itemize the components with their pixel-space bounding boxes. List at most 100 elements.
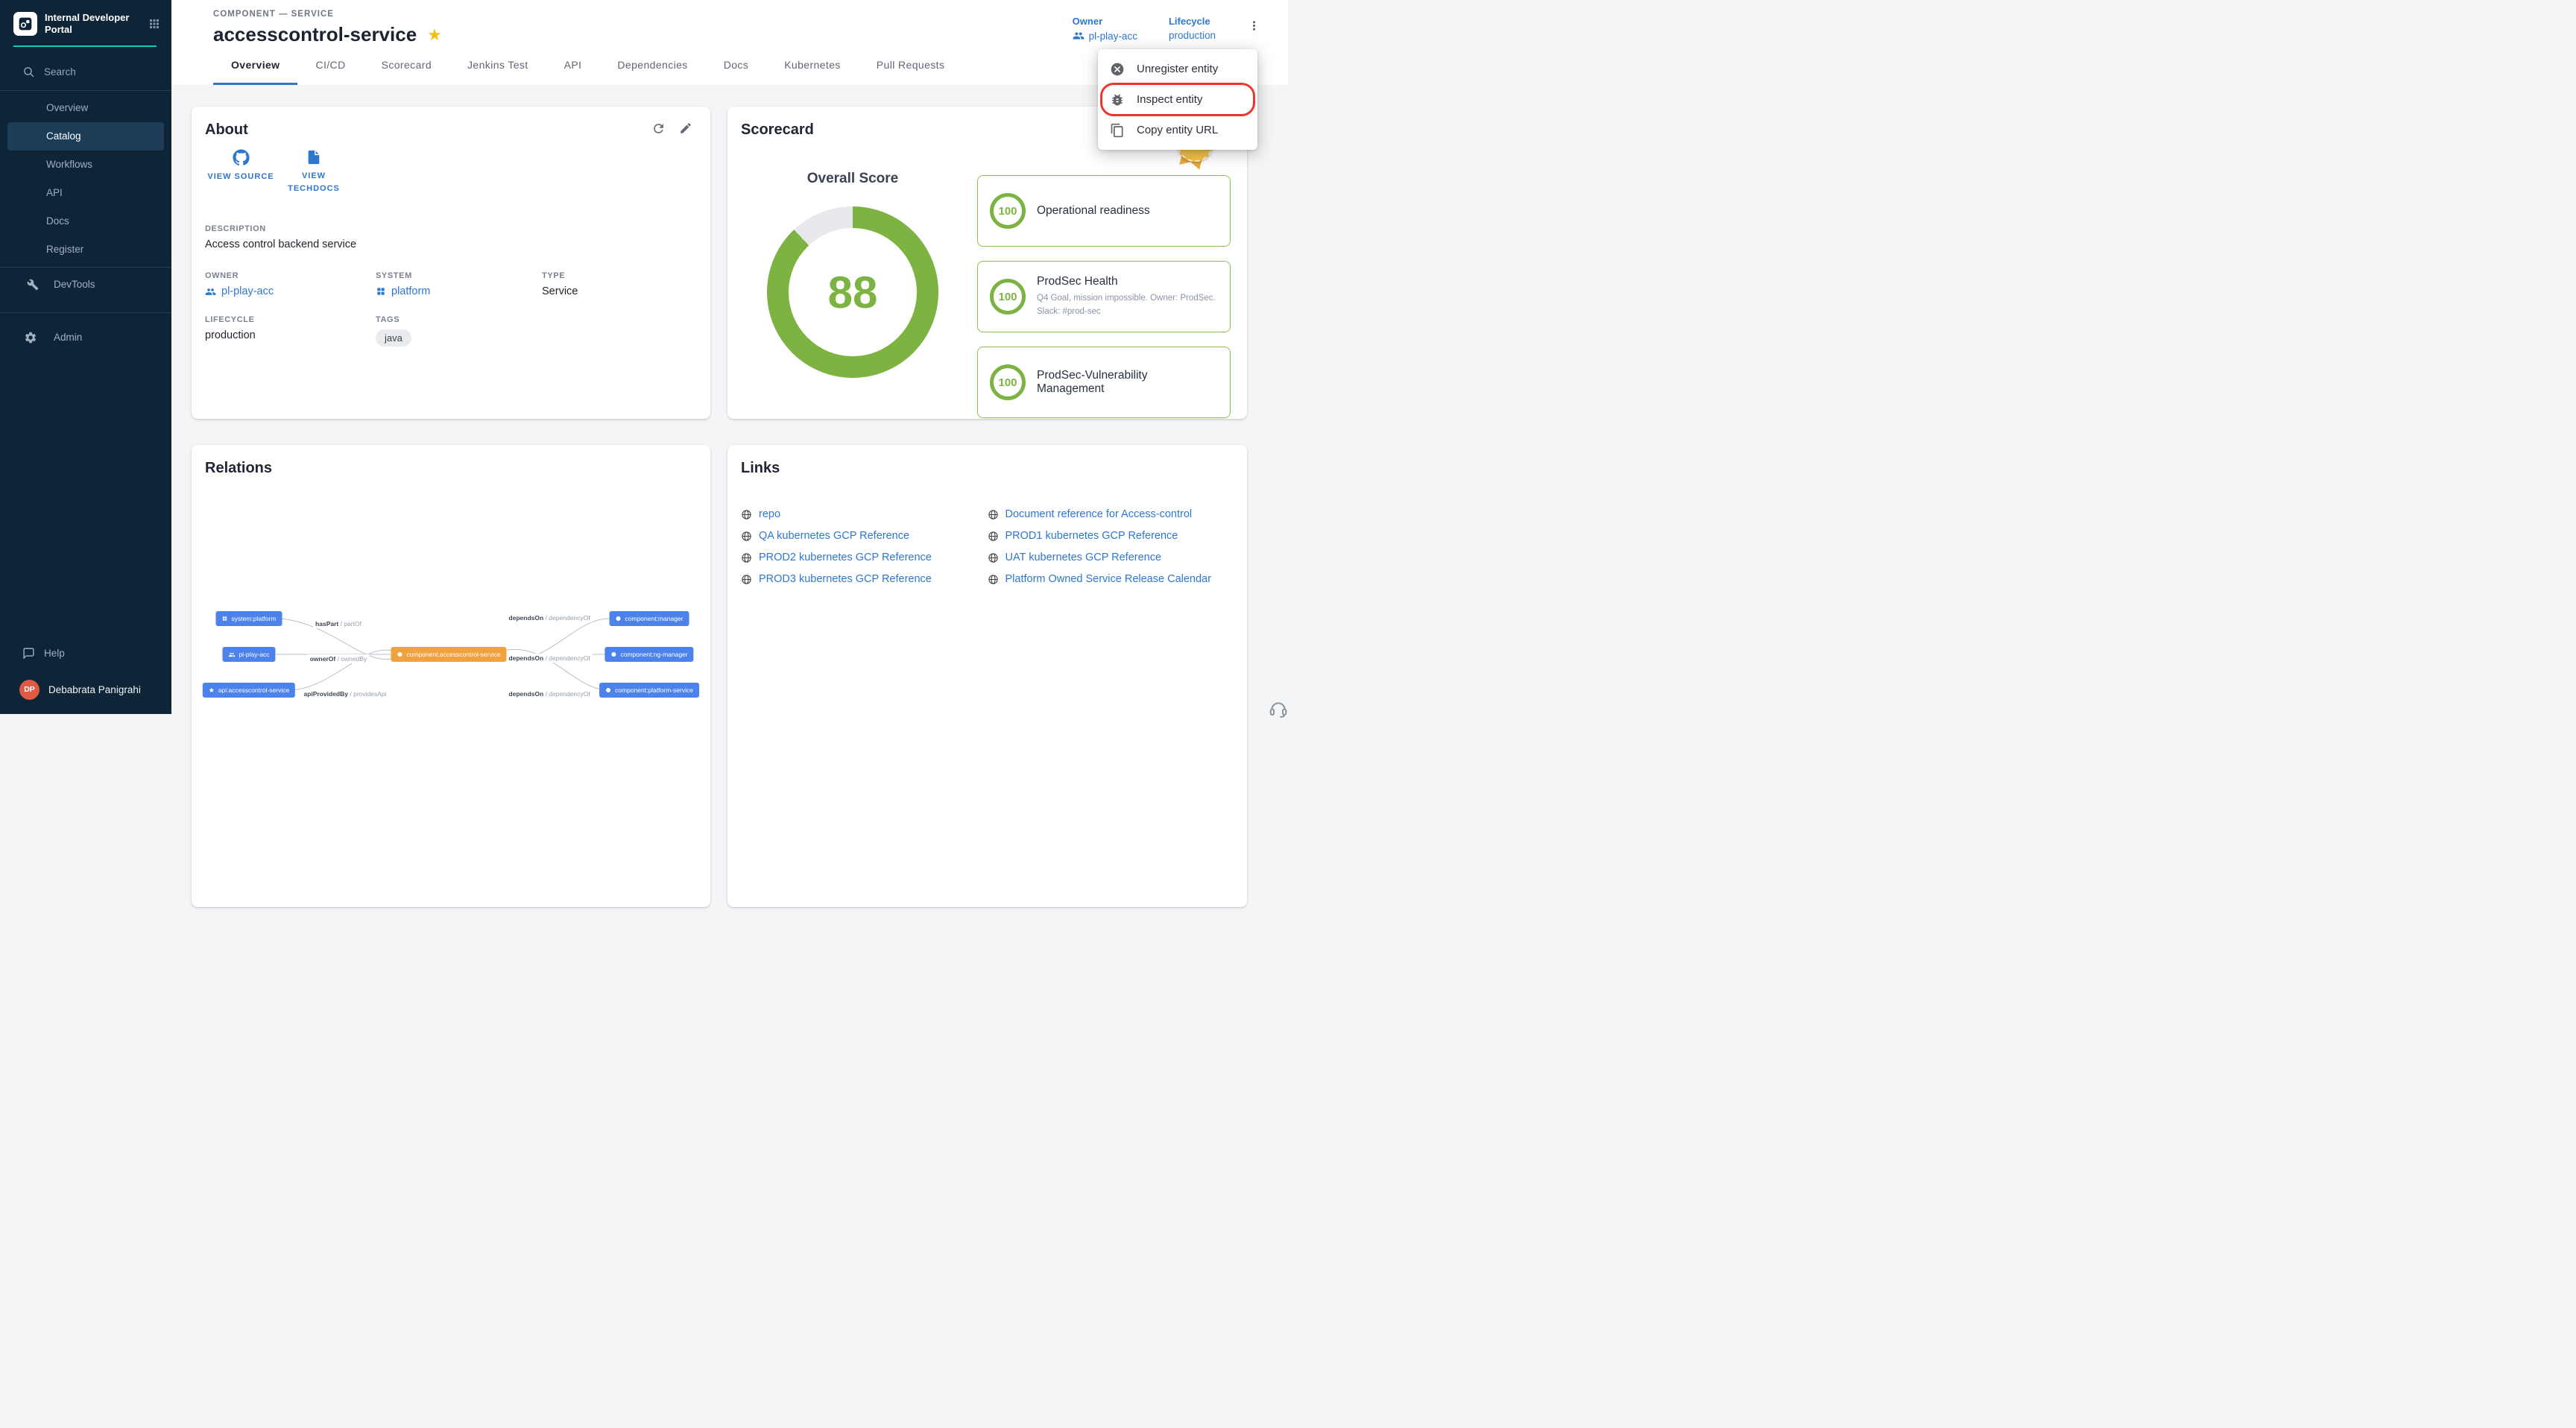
graph-node-label: component:manager [625, 615, 684, 622]
link-item[interactable]: repo [741, 508, 988, 520]
about-fields: OWNER pl-play-acc SYSTEM [205, 271, 697, 347]
sidebar-search-label: Search [44, 66, 76, 78]
sidebar-item-label: Docs [46, 215, 69, 227]
sidebar-item-help[interactable]: Help [0, 638, 171, 668]
scorecard-card: Scorecard Tier Overall Score 88 100 [727, 107, 1247, 419]
sidebar-item-label: Register [46, 244, 83, 255]
menu-item-copy-entity-url[interactable]: Copy entity URL [1098, 115, 1257, 145]
tab-docs[interactable]: Docs [706, 46, 767, 85]
sidebar-item-devtools[interactable]: DevTools [7, 271, 164, 299]
link-item[interactable]: PROD1 kubernetes GCP Reference [988, 530, 1234, 542]
sidebar-item-admin[interactable]: Admin [7, 323, 164, 352]
globe-icon [988, 531, 999, 542]
tab-dependencies[interactable]: Dependencies [599, 46, 705, 85]
graph-node-component-manager[interactable]: component:manager [610, 611, 689, 626]
sidebar-item-docs[interactable]: Docs [7, 207, 164, 236]
sidebar-item-catalog[interactable]: Catalog [7, 122, 164, 151]
system-field: SYSTEM platform [376, 271, 542, 297]
user-menu[interactable]: DP Debabrata Panigrahi [0, 674, 171, 705]
sidebar-item-label: DevTools [54, 279, 95, 290]
sidebar-bottom: Help DP Debabrata Panigrahi [0, 638, 171, 705]
system-field-link[interactable]: platform [376, 285, 542, 297]
apps-grid-icon[interactable] [148, 17, 161, 31]
edge-label: dependsOn / dependencyOf [506, 613, 592, 622]
link-item[interactable]: PROD2 kubernetes GCP Reference [741, 552, 988, 563]
component-icon [397, 651, 402, 657]
sidebar-item-overview[interactable]: Overview [7, 94, 164, 122]
owner-link[interactable]: pl-play-acc [1073, 30, 1137, 42]
content-area: About VIEW SO [171, 85, 1288, 907]
copy-icon [1110, 123, 1125, 138]
people-icon [228, 651, 235, 658]
owner-field-link[interactable]: pl-play-acc [205, 285, 376, 297]
graph-node-component-ng-manager[interactable]: component:ng-manager [604, 647, 693, 662]
overall-score-label: Overall Score [741, 171, 965, 187]
lifecycle-field-value: production [205, 329, 376, 341]
link-label: PROD1 kubernetes GCP Reference [1006, 530, 1178, 542]
link-label: repo [759, 508, 780, 520]
check-card-prodsec-vulnerability[interactable]: 100 ProdSec-Vulnerability Management [977, 347, 1231, 418]
menu-item-label: Copy entity URL [1137, 124, 1218, 136]
link-label: Platform Owned Service Release Calendar [1006, 573, 1211, 585]
check-card-prodsec-health[interactable]: 100 ProdSec Health Q4 Goal, mission impo… [977, 261, 1231, 332]
more-options-icon[interactable] [1247, 19, 1261, 33]
sidebar-item-label: Workflows [46, 159, 92, 170]
tab-label: API [564, 59, 582, 71]
wrench-icon [27, 279, 39, 291]
view-techdocs-button[interactable]: VIEW TECHDOCS [280, 149, 348, 195]
link-item[interactable]: QA kubernetes GCP Reference [741, 530, 988, 542]
check-score: 100 [990, 193, 1026, 229]
sidebar-search[interactable]: Search [0, 57, 171, 87]
link-label: PROD3 kubernetes GCP Reference [759, 573, 932, 585]
sidebar-item-label: API [46, 187, 63, 198]
graph-node-system-platform[interactable]: system:platform [216, 611, 282, 626]
brand: Internal Developer Portal [0, 0, 171, 44]
divider [0, 312, 171, 313]
graph-node-label: component:accesscontrol-service [406, 651, 500, 658]
graph-node-component-accesscontrol-service[interactable]: component:accesscontrol-service [391, 647, 506, 662]
globe-icon [741, 552, 752, 563]
link-item[interactable]: PROD3 kubernetes GCP Reference [741, 573, 988, 585]
system-field-value: platform [391, 285, 430, 297]
graph-node-component-platform-service[interactable]: component:platform-service [599, 683, 699, 698]
tab-kubernetes[interactable]: Kubernetes [766, 46, 859, 85]
tab-scorecard[interactable]: Scorecard [364, 46, 449, 85]
type-field: TYPE Service [542, 271, 697, 297]
link-item[interactable]: Platform Owned Service Release Calendar [988, 573, 1234, 585]
sidebar-item-register[interactable]: Register [7, 236, 164, 264]
system-icon [376, 286, 386, 297]
refresh-icon[interactable] [651, 121, 666, 136]
view-source-button[interactable]: VIEW SOURCE [206, 149, 275, 195]
people-icon [1073, 30, 1085, 42]
tab-cicd[interactable]: CI/CD [297, 46, 363, 85]
tab-label: Docs [724, 59, 749, 71]
sidebar-item-label: Help [44, 648, 65, 659]
lifecycle-field-label: LIFECYCLE [205, 315, 376, 324]
tab-api[interactable]: API [546, 46, 600, 85]
sidebar-item-workflows[interactable]: Workflows [7, 151, 164, 179]
sidebar-item-api[interactable]: API [7, 179, 164, 207]
graph-node-api-accesscontrol-service[interactable]: api:accesscontrol-service [203, 683, 295, 698]
menu-item-unregister-entity[interactable]: Unregister entity [1098, 54, 1257, 84]
tab-label: Dependencies [617, 59, 687, 71]
tab-jenkins-test[interactable]: Jenkins Test [449, 46, 546, 85]
favorite-star-icon[interactable]: ★ [427, 27, 442, 43]
tab-overview[interactable]: Overview [213, 46, 297, 85]
star-icon [209, 687, 215, 693]
graph-node-pl-play-acc[interactable]: pl-play-acc [222, 647, 275, 662]
link-label: QA kubernetes GCP Reference [759, 530, 909, 542]
edit-pencil-icon[interactable] [679, 121, 692, 136]
link-item[interactable]: Document reference for Access-control [988, 508, 1234, 520]
edge-label: hasPart / partOf [313, 619, 364, 628]
tag-chip[interactable]: java [376, 329, 411, 347]
link-item[interactable]: UAT kubernetes GCP Reference [988, 552, 1234, 563]
check-card-operational-readiness[interactable]: 100 Operational readiness [977, 175, 1231, 247]
menu-item-inspect-entity[interactable]: Inspect entity [1098, 84, 1257, 115]
tab-pull-requests[interactable]: Pull Requests [859, 46, 963, 85]
cancel-icon [1110, 62, 1125, 77]
description-value: Access control backend service [205, 238, 697, 250]
owner-field: OWNER pl-play-acc [205, 271, 376, 297]
support-headset-icon[interactable] [1269, 699, 1288, 718]
search-icon [22, 66, 35, 78]
owner-label: Owner [1073, 16, 1137, 27]
